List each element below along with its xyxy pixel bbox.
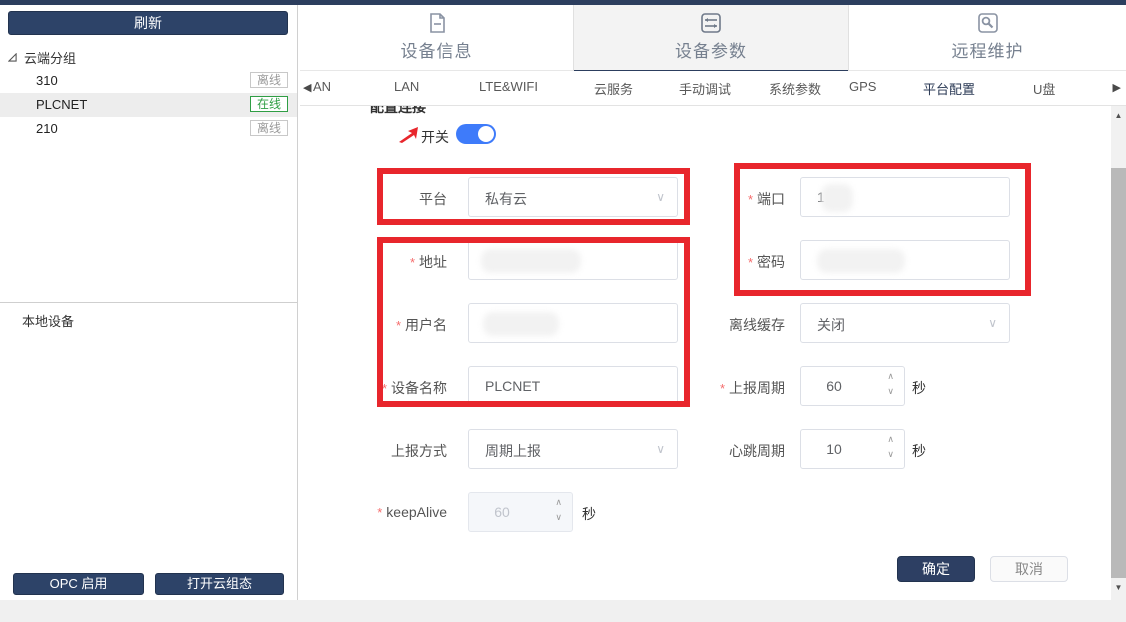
- subtab-wan[interactable]: AN: [313, 79, 331, 103]
- tab-device-info[interactable]: 设备信息: [300, 5, 573, 71]
- device-name-label: 设备名称: [317, 378, 447, 398]
- device-name: 210: [36, 121, 58, 136]
- subtab-gps[interactable]: GPS: [849, 79, 876, 103]
- subtab-system[interactable]: 系统参数: [769, 79, 821, 107]
- password-label: 密码: [655, 252, 785, 272]
- redaction-blur: [481, 249, 581, 273]
- tab-remote-maintenance[interactable]: 远程维护: [849, 5, 1126, 71]
- stepper-up-icon[interactable]: [887, 372, 894, 381]
- remote-tool-icon: [977, 12, 999, 34]
- offline-cache-label: 离线缓存: [655, 315, 785, 335]
- stepper-up-icon: [555, 498, 562, 507]
- tab-label: 远程维护: [952, 37, 1024, 62]
- subtab-lan[interactable]: LAN: [394, 79, 419, 103]
- stepper-down-icon[interactable]: [887, 387, 894, 396]
- tree-node-cloud-group[interactable]: 云端分组: [8, 47, 76, 67]
- port-label: 端口: [655, 189, 785, 209]
- annotation-arrow-icon: [397, 126, 419, 144]
- sliders-icon: [700, 12, 722, 34]
- subtab-scroll-right-icon[interactable]: [1113, 81, 1121, 94]
- sidebar-divider: [0, 302, 297, 303]
- status-badge: 在线: [250, 96, 288, 112]
- subtab-debug[interactable]: 手动调试: [679, 79, 731, 107]
- subtab-scroll-left-icon[interactable]: [303, 81, 311, 94]
- username-input[interactable]: [468, 303, 678, 343]
- tree-expander-icon[interactable]: [8, 53, 17, 62]
- sidebar: 刷新 云端分组 310 离线 PLCNET 在线 210 离线 本地设备 OPC…: [0, 5, 298, 600]
- tab-label: 设备信息: [401, 37, 473, 62]
- address-input[interactable]: [468, 240, 678, 280]
- platform-config-panel: 配置连接 开关 平台 私有云 端口 1 3 地址 密码 用户名: [300, 106, 1108, 600]
- scroll-down-icon[interactable]: [1111, 580, 1126, 596]
- cancel-button[interactable]: 取消: [990, 556, 1068, 582]
- port-input[interactable]: 1 3: [800, 177, 1010, 217]
- redaction-blur: [821, 184, 853, 212]
- offline-cache-select[interactable]: 关闭: [800, 303, 1010, 343]
- main-tab-bar: 设备信息 设备参数 远程维护: [300, 5, 1126, 71]
- device-row-plcnet[interactable]: PLCNET 在线: [0, 93, 297, 117]
- report-mode-select[interactable]: 周期上报: [468, 429, 678, 469]
- keepalive-label: keepAlive: [317, 504, 447, 520]
- password-input[interactable]: [800, 240, 1010, 280]
- report-mode-label: 上报方式: [317, 441, 447, 461]
- keepalive-value: 60: [469, 504, 535, 520]
- status-badge: 离线: [250, 72, 288, 88]
- toggle-knob: [478, 126, 494, 142]
- offline-cache-value: 关闭: [817, 315, 845, 335]
- tab-label: 设备参数: [675, 37, 747, 62]
- subtab-lte-wifi[interactable]: LTE&WIFI: [479, 79, 538, 103]
- subtab-platform-config[interactable]: 平台配置: [923, 79, 975, 109]
- platform-select[interactable]: 私有云: [468, 177, 678, 217]
- stepper-up-icon[interactable]: [887, 435, 894, 444]
- refresh-button[interactable]: 刷新: [8, 11, 288, 35]
- keepalive-unit: 秒: [582, 504, 596, 524]
- report-period-unit: 秒: [912, 378, 926, 398]
- device-row-210[interactable]: 210 离线: [0, 117, 297, 141]
- heartbeat-value: 10: [801, 441, 867, 457]
- stepper-down-icon[interactable]: [887, 450, 894, 459]
- tree-group-label: 云端分组: [24, 48, 76, 67]
- redaction-blur: [817, 249, 905, 273]
- local-devices-label: 本地设备: [22, 311, 74, 330]
- open-cloud-scada-button[interactable]: 打开云组态: [155, 573, 284, 595]
- subtab-udisk[interactable]: U盘: [1033, 79, 1055, 107]
- scrollbar-thumb[interactable]: [1111, 168, 1126, 578]
- report-period-label: 上报周期: [655, 378, 785, 398]
- device-name: 310: [36, 73, 58, 88]
- address-label: 地址: [317, 252, 447, 272]
- platform-switch-toggle[interactable]: [456, 124, 496, 144]
- report-period-value: 60: [801, 378, 867, 394]
- subtab-cloud[interactable]: 云服务: [594, 79, 633, 107]
- heartbeat-stepper[interactable]: 10: [800, 429, 905, 469]
- device-name-value: PLCNET: [485, 378, 540, 394]
- scroll-up-icon[interactable]: [1111, 108, 1126, 124]
- chevron-down-icon: [988, 316, 997, 330]
- stepper-down-icon: [555, 513, 562, 522]
- username-label: 用户名: [317, 315, 447, 335]
- tab-device-params[interactable]: 设备参数: [573, 5, 849, 71]
- opc-enable-button[interactable]: OPC 启用: [13, 573, 144, 595]
- heartbeat-unit: 秒: [912, 441, 926, 461]
- subtab-bar: AN LAN LTE&WIFI 云服务 手动调试 系统参数 GPS 平台配置 U…: [300, 71, 1126, 106]
- heartbeat-label: 心跳周期: [655, 441, 785, 461]
- section-title: 配置连接: [370, 106, 426, 117]
- device-row-310[interactable]: 310 离线: [0, 69, 297, 93]
- report-mode-value: 周期上报: [485, 441, 541, 461]
- keepalive-stepper: 60: [468, 492, 573, 532]
- platform-value: 私有云: [485, 189, 527, 209]
- device-manager-window: 刷新 云端分组 310 离线 PLCNET 在线 210 离线 本地设备 OPC…: [0, 0, 1126, 622]
- device-name-input[interactable]: PLCNET: [468, 366, 678, 406]
- report-period-stepper[interactable]: 60: [800, 366, 905, 406]
- platform-label: 平台: [317, 189, 447, 209]
- document-icon: [427, 12, 447, 34]
- device-name: PLCNET: [36, 97, 87, 112]
- vertical-scrollbar[interactable]: [1111, 106, 1126, 600]
- status-badge: 离线: [250, 120, 288, 136]
- switch-label: 开关: [421, 127, 449, 147]
- footer-strip: [0, 600, 1126, 622]
- confirm-button[interactable]: 确定: [897, 556, 975, 582]
- redaction-blur: [483, 312, 559, 336]
